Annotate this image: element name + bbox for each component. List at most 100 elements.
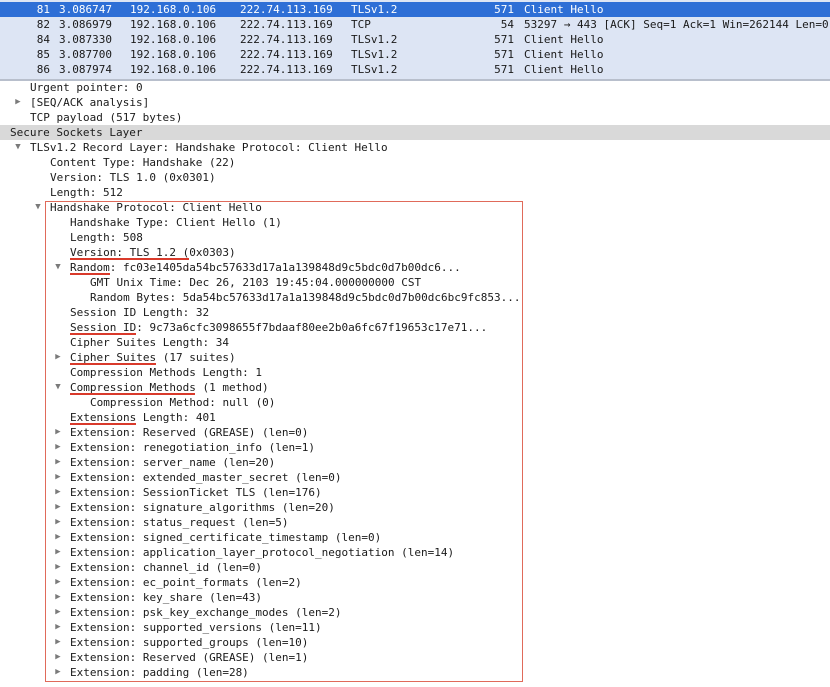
collapse-triangle-icon[interactable]: ▶ [53,545,63,560]
packet-row[interactable]: 81 3.086747 192.168.0.106 222.74.113.169 TLS… [0,2,830,17]
tree-item[interactable]: ▶ Extension: server_name (len=20) [0,455,830,470]
packet-protocol: TLSv1.2 [351,48,398,61]
collapse-triangle-icon[interactable]: ▶ [53,515,63,530]
packet-protocol: TLSv1.2 [351,3,398,16]
collapse-triangle-icon[interactable]: ▶ [53,455,63,470]
collapse-triangle-icon[interactable]: ▶ [53,650,63,665]
packet-source: 192.168.0.106 [130,3,217,16]
tree-item[interactable]: Session ID: 9c73a6cfc3098655f7bdaaf80ee2… [0,320,830,335]
packet-destination: 222.74.113.169 [240,33,333,46]
tree-item-label: Length: 508 [70,231,143,244]
collapse-triangle-icon[interactable]: ▶ [53,575,63,590]
tree-item[interactable]: ▶ Extension: signed_certificate_timestamp… [0,530,830,545]
tree-item-label: Session ID Length: 32 [70,306,210,319]
tree-item[interactable]: ▶ Extension: extended_master_secret (len=… [0,470,830,485]
tree-item-label: Extension: signed_certificate_timestamp … [70,531,382,544]
tree-item[interactable]: ▶ Extension: ec_point_formats (len=2) [0,575,830,590]
packet-destination: 222.74.113.169 [240,63,333,76]
collapse-triangle-icon[interactable]: ▶ [53,425,63,440]
tree-item-label: Extension: application_layer_protocol_ne… [70,546,455,559]
packet-details-tree: Urgent pointer: 0 ▶ [SEQ/ACK analysis] TCP … [0,81,830,687]
collapse-triangle-icon[interactable]: ▶ [53,485,63,500]
tree-item[interactable]: Random Bytes: 5da54bc57633d17a1a139848d9… [0,290,830,305]
packet-destination: 222.74.113.169 [240,18,333,31]
tree-item-label: Extension: ec_point_formats (len=2) [70,576,302,589]
tree-item[interactable]: ▶ Extension: psk_key_exchange_modes (len=… [0,605,830,620]
packet-source: 192.168.0.106 [130,18,217,31]
collapse-triangle-icon[interactable]: ▶ [13,95,23,110]
tree-item-label: Random: fc03e1405da54bc57633d17a1a139848… [70,261,461,274]
tree-item[interactable]: ▶ Extension: SessionTicket TLS (len=176) [0,485,830,500]
tree-item[interactable]: TCP payload (517 bytes) [0,110,830,125]
collapse-triangle-icon[interactable]: ▶ [53,350,63,365]
tree-item[interactable]: ▶ Extension: Reserved (GREASE) (len=0) [0,425,830,440]
tree-item[interactable]: ▼ Random: fc03e1405da54bc57633d17a1a13984… [0,260,830,275]
tree-item-label: Extension: Reserved (GREASE) (len=0) [70,426,309,439]
tree-item[interactable]: Length: 508 [0,230,830,245]
protocol-section-header[interactable]: Secure Sockets Layer [0,125,830,140]
collapse-triangle-icon[interactable]: ▶ [53,665,63,680]
tree-item[interactable]: Compression Method: null (0) [0,395,830,410]
expand-triangle-icon[interactable]: ▼ [53,380,63,395]
tree-item[interactable]: Handshake Type: Client Hello (1) [0,215,830,230]
collapse-triangle-icon[interactable]: ▶ [53,500,63,515]
tree-item[interactable]: ▶ Extension: application_layer_protocol_n… [0,545,830,560]
packet-info: Client Hello [524,3,604,16]
tree-item-label: Content Type: Handshake (22) [50,156,236,169]
tree-item[interactable]: ▶ Extension: supported_versions (len=11) [0,620,830,635]
tree-item[interactable]: Version: TLS 1.0 (0x0301) [0,170,830,185]
packet-row[interactable]: 86 3.087974 192.168.0.106 222.74.113.169 TLS… [0,62,830,77]
collapse-triangle-icon[interactable]: ▶ [53,590,63,605]
tree-item[interactable]: ▶ Extension: signature_algorithms (len=20… [0,500,830,515]
tree-item-label: Extension: renegotiation_info (len=1) [70,441,316,454]
collapse-triangle-icon[interactable]: ▶ [53,470,63,485]
tree-item[interactable]: ▶ Extension: key_share (len=43) [0,590,830,605]
tree-item[interactable]: GMT Unix Time: Dec 26, 2103 19:45:04.000… [0,275,830,290]
tree-item[interactable]: ▼ Compression Methods (1 method) [0,380,830,395]
tree-item[interactable]: Length: 512 [0,185,830,200]
packet-destination: 222.74.113.169 [240,48,333,61]
packet-info: 53297 → 443 [ACK] Seq=1 Ack=1 Win=262144… [524,18,829,31]
tree-item[interactable]: ▼ Handshake Protocol: Client Hello [0,200,830,215]
tree-item[interactable]: ▶ Extension: Reserved (GREASE) (len=1) [0,650,830,665]
tree-item-label: GMT Unix Time: Dec 26, 2103 19:45:04.000… [90,276,422,289]
tree-item-label: TLSv1.2 Record Layer: Handshake Protocol… [30,141,388,154]
packet-row[interactable]: 82 3.086979 192.168.0.106 222.74.113.169 TCP… [0,17,830,32]
packet-row[interactable]: 84 3.087330 192.168.0.106 222.74.113.169 TLS… [0,32,830,47]
packet-time: 3.087974 [59,63,112,76]
tree-item[interactable]: Version: TLS 1.2 (0x0303) [0,245,830,260]
packet-number: 86 [36,63,50,76]
collapse-triangle-icon[interactable]: ▶ [53,530,63,545]
tree-item[interactable]: ▶ Extension: channel_id (len=0) [0,560,830,575]
tree-item[interactable]: Cipher Suites Length: 34 [0,335,830,350]
packet-length: 571 [494,3,514,16]
tree-item[interactable]: ▶ Extension: padding (len=28) [0,665,830,680]
tree-item[interactable]: ▶ Extension: supported_groups (len=10) [0,635,830,650]
tree-item[interactable]: ▶ Extension: status_request (len=5) [0,515,830,530]
tree-item[interactable]: Compression Methods Length: 1 [0,365,830,380]
tree-item[interactable]: ▶ Cipher Suites (17 suites) [0,350,830,365]
tree-item-label: Extension: SessionTicket TLS (len=176) [70,486,322,499]
tree-item[interactable]: Content Type: Handshake (22) [0,155,830,170]
collapse-triangle-icon[interactable]: ▶ [53,560,63,575]
tree-item[interactable]: Session ID Length: 32 [0,305,830,320]
collapse-triangle-icon[interactable]: ▶ [53,620,63,635]
packet-row[interactable]: 85 3.087700 192.168.0.106 222.74.113.169 TLS… [0,47,830,62]
tree-item[interactable]: ▶ Extension: renegotiation_info (len=1) [0,440,830,455]
tree-item-label: Extension: supported_groups (len=10) [70,636,309,649]
tree-item-label: Length: 512 [50,186,123,199]
tree-item[interactable]: ▼ TLSv1.2 Record Layer: Handshake Protoco… [0,140,830,155]
packet-time: 3.086747 [59,3,112,16]
tree-item[interactable]: ▶ [SEQ/ACK analysis] [0,95,830,110]
expand-triangle-icon[interactable]: ▼ [53,260,63,275]
packet-time: 3.087330 [59,33,112,46]
expand-triangle-icon[interactable]: ▼ [13,140,23,155]
tree-item[interactable]: Extensions Length: 401 [0,410,830,425]
packet-number: 81 [36,3,50,16]
collapse-triangle-icon[interactable]: ▶ [53,605,63,620]
tree-item[interactable]: Urgent pointer: 0 [0,80,830,95]
collapse-triangle-icon[interactable]: ▶ [53,635,63,650]
packet-protocol: TLSv1.2 [351,33,398,46]
expand-triangle-icon[interactable]: ▼ [33,200,43,215]
collapse-triangle-icon[interactable]: ▶ [53,440,63,455]
